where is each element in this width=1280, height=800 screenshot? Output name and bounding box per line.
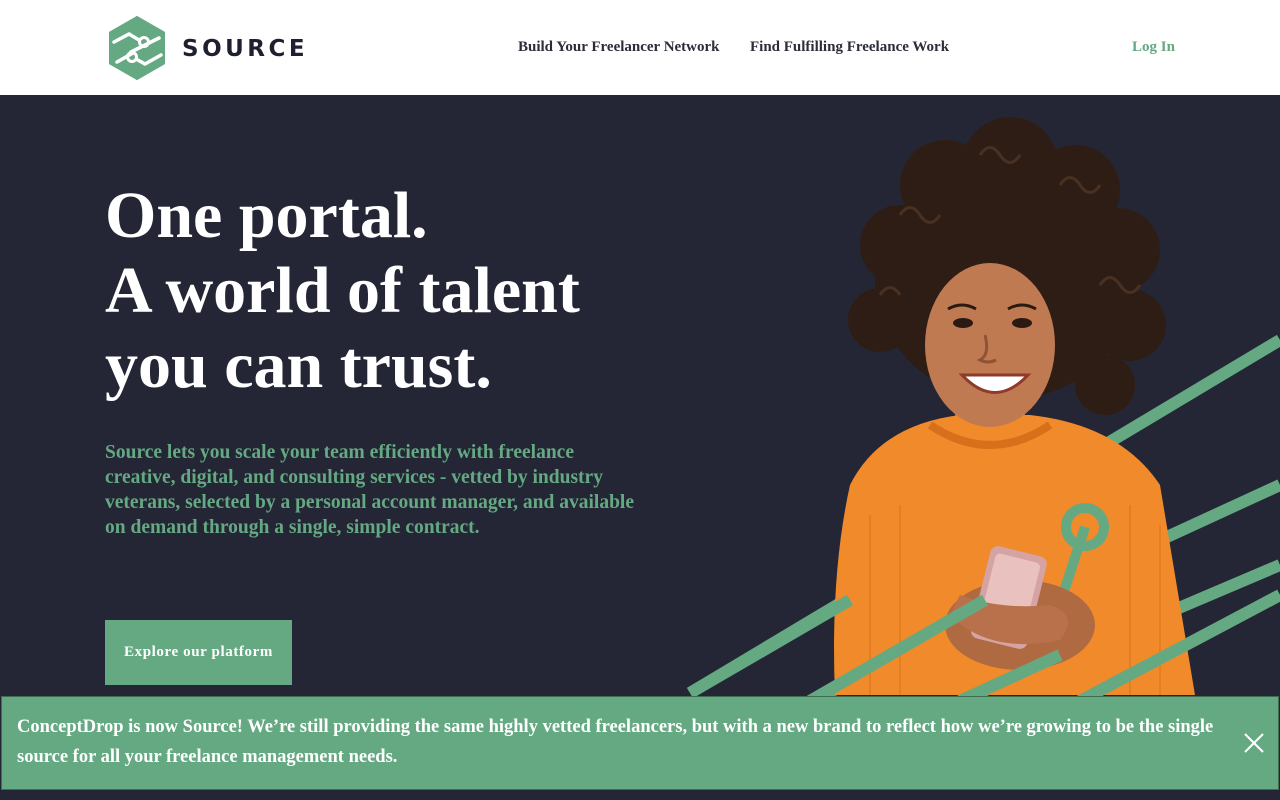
banner-message: ConceptDrop is now Source! We’re still p… xyxy=(17,717,1214,767)
hero-lead-text: Source lets you scale your team efficien… xyxy=(105,442,635,538)
nav-build-freelancer-network[interactable]: Build Your Freelancer Network xyxy=(518,38,720,56)
explore-platform-button[interactable]: Explore our platform xyxy=(105,620,292,685)
login-link[interactable]: Log In xyxy=(1132,38,1175,56)
banner-close-button[interactable] xyxy=(1242,731,1266,755)
site-header: SOURCE Build Your Freelancer Network Fin… xyxy=(0,0,1280,95)
close-icon xyxy=(1244,733,1264,753)
brand-logo[interactable]: SOURCE xyxy=(107,16,307,80)
source-s-logo-icon xyxy=(109,16,165,80)
hero-headline-line-2: A world of talent xyxy=(105,254,580,327)
brand-wordmark: SOURCE xyxy=(182,36,309,62)
rebrand-announcement-banner: ConceptDrop is now Source! We’re still p… xyxy=(1,696,1279,790)
nav-find-freelance-work[interactable]: Find Fulfilling Freelance Work xyxy=(750,38,949,56)
hero-section: One portal. A world of talent you can tr… xyxy=(0,95,1280,800)
hero-headline-line-3: you can trust. xyxy=(105,329,492,402)
hero-headline-line-1: One portal. xyxy=(105,179,428,252)
hero-headline: One portal. A world of talent you can tr… xyxy=(105,178,725,403)
